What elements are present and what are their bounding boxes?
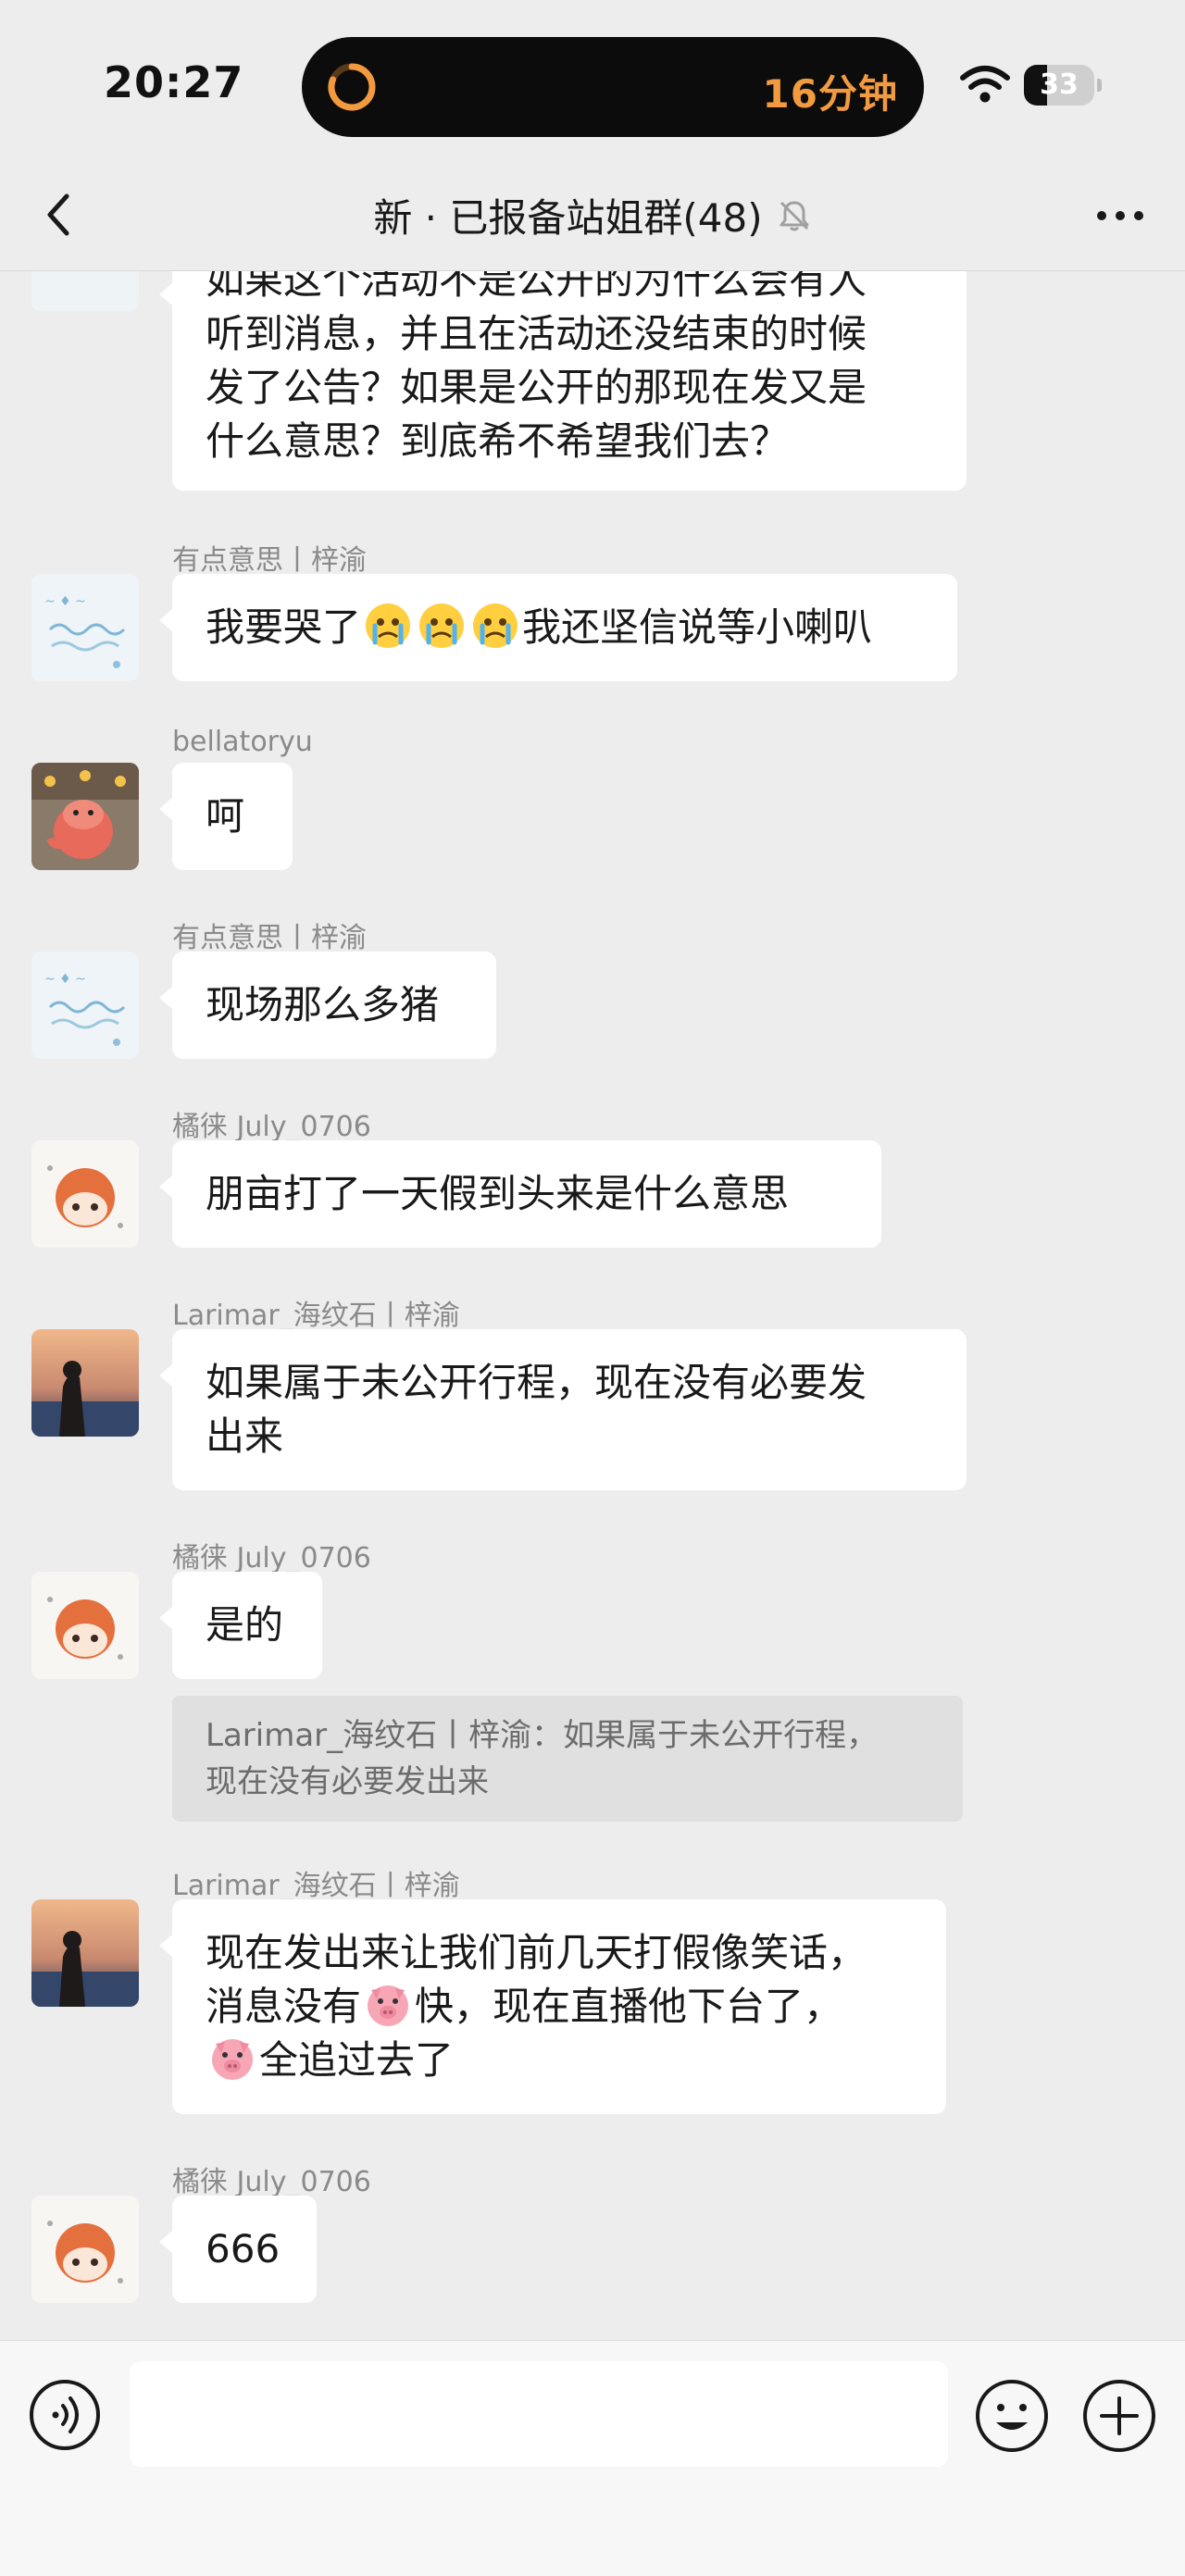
svg-text:~ ♦ ~: ~ ♦ ~: [44, 594, 86, 609]
message-list[interactable]: 如果这个活动不是公开的为什么会有人 听到消息，并且在活动还没结束的时候 发了公告…: [0, 270, 1185, 2340]
message-bubble[interactable]: 现在发出来让我们前几天打假像笑话， 消息没有 快，现在直播他下台了， 全追过去了: [159, 1899, 946, 2114]
battery-percent: 33: [1040, 68, 1079, 101]
message-text-line: 现在发出来让我们前几天打假像笑话，: [206, 1930, 867, 1975]
message-bubble[interactable]: 我要哭了 我还坚信说等小喇叭: [159, 574, 957, 681]
message-bubble[interactable]: 呵: [159, 763, 293, 870]
avatar[interactable]: [31, 1140, 139, 1248]
message-text-line: 全追过去了: [206, 2034, 913, 2087]
sender-name[interactable]: Larimar_海纹石丨梓渝: [172, 1862, 460, 1903]
input-bar: [0, 2340, 1185, 2576]
message-bubble[interactable]: 如果属于未公开行程，现在没有必要发 出来: [159, 1329, 967, 1490]
chat-header: 新 · 已报备站姐群(48): [0, 167, 1185, 271]
sender-name[interactable]: 橘徕 July_0706: [172, 2159, 371, 2199]
plus-icon[interactable]: [1081, 2378, 1157, 2454]
sender-name[interactable]: bellatoryu: [172, 726, 313, 758]
avatar[interactable]: [31, 763, 139, 870]
avatar[interactable]: ~ ♦ ~: [31, 952, 139, 1059]
message-bubble[interactable]: 如果这个活动不是公开的为什么会有人 听到消息，并且在活动还没结束的时候 发了公告…: [159, 270, 967, 491]
battery-indicator: 33: [1024, 65, 1102, 106]
avatar[interactable]: [31, 1899, 139, 2007]
message-text-line: 消息没有 快，现在直播他下台了，: [206, 1980, 913, 2034]
home-indicator: [444, 2548, 741, 2557]
status-bar: 20:27 16分钟 33: [0, 0, 1185, 167]
avatar[interactable]: [31, 1572, 139, 1679]
voice-icon[interactable]: [28, 2378, 102, 2452]
emoji-icon[interactable]: [974, 2378, 1050, 2454]
wifi-icon: [960, 66, 1010, 103]
message-bubble[interactable]: 666: [159, 2196, 317, 2303]
avatar[interactable]: [31, 2196, 139, 2303]
dynamic-island[interactable]: 16分钟: [302, 37, 924, 137]
crying-face-icon: [473, 604, 518, 648]
pig-face-icon: [368, 1985, 409, 2026]
sender-name[interactable]: 有点意思丨梓渝: [172, 537, 367, 578]
message-bubble[interactable]: 朋亩打了一天假到头来是什么意思: [159, 1140, 881, 1248]
quoted-message[interactable]: Larimar_海纹石丨梓渝：如果属于未公开行程， 现在没有必要发出来: [172, 1696, 963, 1822]
activity-duration: 16分钟: [762, 71, 898, 117]
crying-face-icon: [366, 604, 411, 648]
sender-name[interactable]: Larimar_海纹石丨梓渝: [172, 1292, 460, 1333]
svg-text:~ ♦ ~: ~ ♦ ~: [44, 972, 86, 987]
activity-ring-icon: [328, 63, 376, 111]
avatar[interactable]: [31, 270, 139, 311]
message-bubble[interactable]: 是的: [159, 1572, 322, 1679]
more-button[interactable]: [1092, 193, 1148, 239]
pig-face-icon: [212, 2039, 253, 2080]
message-text: 我还坚信说等小喇叭: [522, 604, 873, 650]
bell-off-icon: [780, 201, 809, 230]
chat-title: 新 · 已报备站姐群(48): [373, 195, 763, 241]
chat-title-area[interactable]: 新 · 已报备站姐群(48): [222, 187, 963, 243]
sender-name[interactable]: 橘徕 July_0706: [172, 1103, 371, 1144]
message-bubble[interactable]: 现场那么多猪: [159, 952, 496, 1059]
crying-face-icon: [419, 604, 465, 648]
sender-name[interactable]: 有点意思丨梓渝: [172, 915, 367, 955]
message-input[interactable]: [130, 2361, 948, 2467]
back-button[interactable]: [33, 187, 89, 243]
message-text: 我要哭了: [206, 604, 362, 650]
avatar[interactable]: ~ ♦ ~: [31, 574, 139, 681]
status-time: 20:27: [104, 57, 244, 107]
sender-name[interactable]: 橘徕 July_0706: [172, 1535, 371, 1575]
avatar[interactable]: [31, 1329, 139, 1437]
